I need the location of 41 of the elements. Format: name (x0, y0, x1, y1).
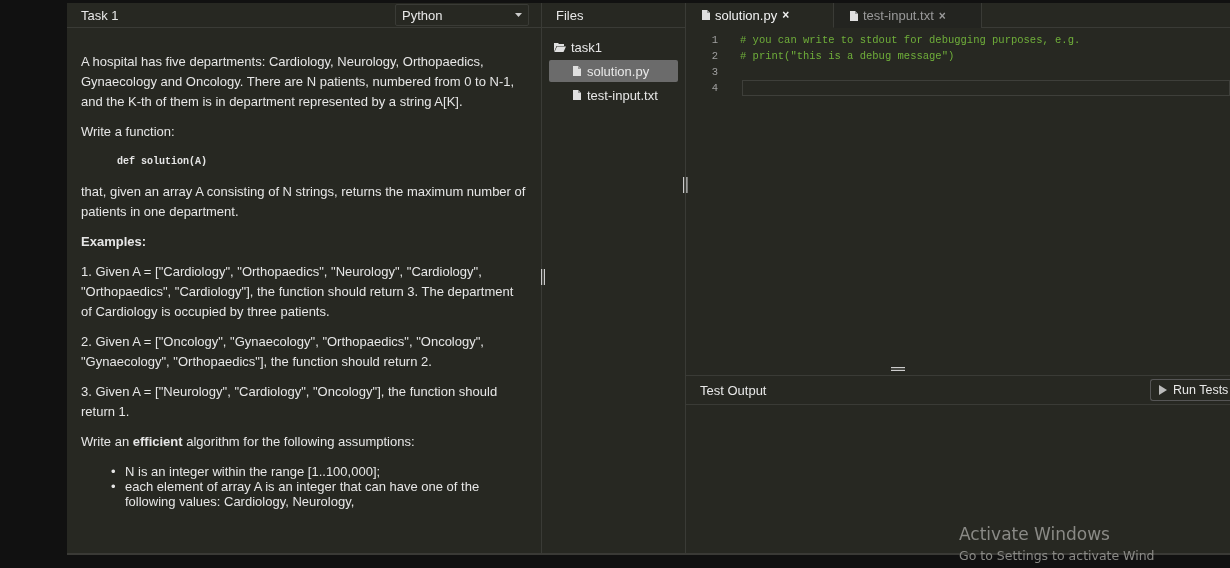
line-number: 2 (710, 50, 718, 62)
code-line: # you can write to stdout for debugging purposes, e.g. (740, 34, 1081, 46)
bullet-marker: • (111, 464, 117, 479)
file-item[interactable]: test-input.txt (549, 84, 678, 106)
bullet-marker: • (111, 479, 117, 496)
activation-message: Go to Settings to activate Wind (959, 547, 1155, 565)
files-title: Files (556, 7, 584, 23)
file-icon (573, 66, 581, 76)
list-item: N is an integer within the range [1..100,000]; (125, 464, 382, 479)
paragraph: 2. Given A = ["Oncology", "Gynaecology", "Orthopaedics", "Oncology", "Gynaecology", "Orthopaedics"], the function should return 2. (81, 333, 485, 371)
line-number: 4 (710, 82, 718, 94)
file-icon (850, 10, 858, 21)
run-tests-button[interactable]: Run Tests (1150, 379, 1230, 401)
editor-tab[interactable]: test-input.txt × (834, 3, 982, 28)
paragraph: that, given an array A consisting of N strings, returns the maximum number of patients in one department. (81, 183, 527, 221)
file-icon (702, 10, 710, 20)
paragraph: 3. Given A = ["Neurology", "Cardiology", "Oncology"], the function should return 1. (81, 383, 499, 421)
paragraph: 1. Given A = ["Cardiology", "Orthopaedics", "Neurology", "Cardiology", "Orthopaedics", "Cardiology"], the function should return 3. The department of Cardiology is occupied by three patients. (81, 263, 515, 321)
file-icon (573, 90, 581, 100)
activation-title: Activate Windows (959, 523, 1111, 546)
paragraph: A hospital has five departments: Cardiology, Neurology, Orthopaedics, Gynaecology and Oncology. There are N patients, numbered from 0 to N-1, and the K-th of them is in department represented by a string A[K]. (81, 53, 516, 111)
resize-handle-icon[interactable] (683, 177, 688, 193)
code-snippet: def solution(A) (117, 155, 208, 169)
resize-handle-icon[interactable] (541, 269, 545, 285)
folder-icon (554, 42, 566, 52)
line-number: 1 (710, 34, 718, 46)
file-item[interactable]: solution.py (549, 60, 678, 82)
paragraph: Write an efficient algorithm for the following assumptions: (81, 433, 416, 451)
code-line: # print("this is a debug message") (740, 50, 955, 62)
task-title: Task 1 (81, 7, 119, 23)
test-output-title: Test Output (700, 382, 767, 398)
folder-item[interactable]: task1 (549, 36, 678, 58)
play-icon (1159, 385, 1167, 395)
editor-tab[interactable]: solution.py × (686, 3, 834, 28)
section-heading: Examples: (81, 233, 148, 251)
line-number: 3 (710, 66, 718, 78)
list-item: each element of array A is an integer that can have one of the following values: Cardiology, Neurology, (125, 479, 481, 509)
language-select[interactable]: Python (395, 4, 529, 26)
resize-handle-icon[interactable] (891, 367, 905, 371)
dropdown-caret-icon (515, 13, 522, 17)
paragraph: Write a function: (81, 123, 176, 141)
